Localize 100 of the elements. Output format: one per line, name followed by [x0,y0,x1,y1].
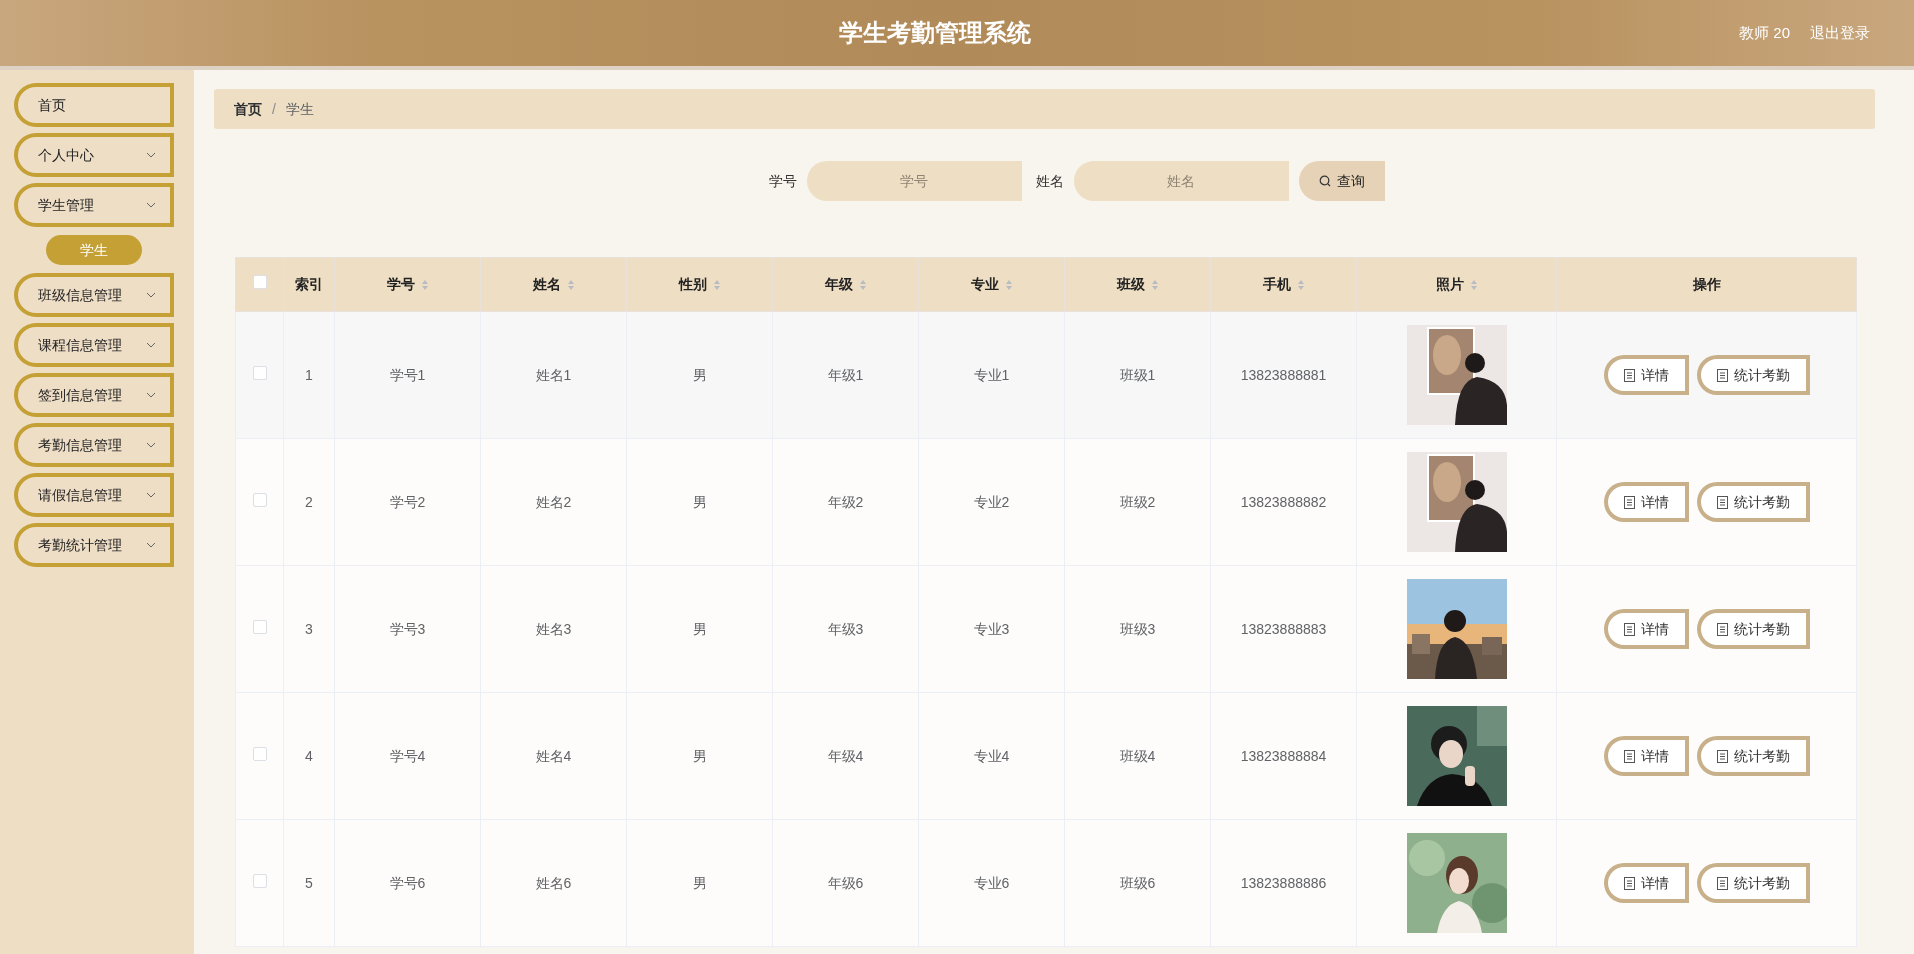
sort-icon[interactable] [1004,278,1013,291]
search-field[interactable]: 学号 [806,161,1022,201]
document-icon [1716,622,1728,636]
sidebar-item[interactable]: 首页 [14,83,174,127]
attendance-stats-button[interactable]: 统计考勤 [1696,863,1810,903]
checkbox[interactable] [252,746,267,761]
table-cell: 姓名2 [535,493,572,510]
attendance-stats-button[interactable]: 统计考勤 [1696,736,1810,776]
sidebar-item[interactable]: 班级信息管理 [14,273,174,317]
sidebar-item[interactable]: 请假信息管理 [14,473,174,517]
details-button[interactable]: 详情 [1603,482,1689,522]
sort-icon[interactable] [712,278,721,291]
sort-icon[interactable] [1150,278,1159,291]
column-header: 操作 [1692,275,1721,294]
document-icon [1716,368,1728,382]
column-header: 年级 [824,275,853,294]
sort-icon[interactable] [566,278,575,291]
table-cell: 学号1 [389,366,426,383]
table-cell: 专业3 [973,620,1010,637]
details-button[interactable]: 详情 [1603,863,1689,903]
sort-icon[interactable] [858,278,867,291]
sidebar-item[interactable]: 课程信息管理 [14,323,174,367]
document-icon [1623,749,1635,763]
table-cell: 年级3 [827,620,864,637]
table-cell: 男 [692,874,707,891]
breadcrumb-link[interactable]: 首页 [234,98,262,120]
checkbox[interactable] [252,365,267,380]
column-header-cell[interactable]: 班级 [1064,257,1211,312]
column-header-cell[interactable]: 专业 [918,257,1065,312]
document-icon [1623,368,1635,382]
attendance-stats-button[interactable]: 统计考勤 [1696,355,1810,395]
column-header: 手机 [1262,275,1291,294]
breadcrumb-separator: / [272,99,276,119]
table-cell: 班级4 [1119,747,1156,764]
sort-icon[interactable] [420,278,429,291]
column-header-cell[interactable]: 手机 [1210,257,1357,312]
table-cell: 年级4 [827,747,864,764]
details-button[interactable]: 详情 [1603,355,1689,395]
column-header-cell[interactable]: 性别 [626,257,773,312]
table-cell: 13823888882 [1240,493,1327,510]
table-cell: 13823888883 [1240,620,1327,637]
document-icon [1623,622,1635,636]
user-name: 教师 20 [1739,22,1790,43]
column-header: 索引 [295,275,323,294]
table-cell: 学号6 [389,874,426,891]
document-icon [1716,495,1728,509]
table-cell: 专业1 [973,366,1010,383]
document-icon [1623,495,1635,509]
table-cell: 姓名1 [535,366,572,383]
search-icon [1318,175,1331,187]
chevron-icon [146,202,156,208]
chevron-icon [146,152,156,158]
table-cell: 班级1 [1119,366,1156,383]
table-cell: 姓名4 [535,747,572,764]
document-icon [1623,876,1635,890]
chevron-icon [146,342,156,348]
chevron-icon [146,442,156,448]
sidebar-item[interactable]: 考勤统计管理 [14,523,174,567]
chevron-icon [146,292,156,298]
table-cell: 4 [305,747,313,764]
table-cell: 学号2 [389,493,426,510]
chevron-icon [146,392,156,398]
table-cell: 专业6 [973,874,1010,891]
table-cell: 2 [305,493,313,510]
attendance-stats-button[interactable]: 统计考勤 [1696,609,1810,649]
column-header-cell[interactable]: 年级 [772,257,919,312]
checkbox[interactable] [252,873,267,888]
search-field[interactable]: 姓名 [1073,161,1289,201]
table-cell: 专业4 [973,747,1010,764]
sidebar-item[interactable]: 学生管理 [14,183,174,227]
sort-icon[interactable] [1469,278,1478,291]
breadcrumb-link[interactable]: 学生 [285,98,314,120]
checkbox[interactable] [252,275,267,289]
attendance-stats-button[interactable]: 统计考勤 [1696,482,1810,522]
table-cell: 姓名6 [535,874,572,891]
search-button[interactable]: 查询 [1298,161,1385,201]
table-cell: 5 [305,874,313,891]
table-cell: 3 [305,620,313,637]
field-label: 姓名 [1035,171,1064,191]
table-cell: 男 [692,620,707,637]
checkbox[interactable] [252,619,267,634]
checkbox[interactable] [252,492,267,507]
table-cell: 男 [692,747,707,764]
column-header-cell[interactable]: 照片 [1356,257,1557,312]
table-cell: 班级6 [1119,874,1156,891]
column-header: 姓名 [532,275,561,294]
table-cell: 年级1 [827,366,864,383]
sidebar-item[interactable]: 个人中心 [14,133,174,177]
column-header-cell[interactable]: 姓名 [480,257,627,312]
details-button[interactable]: 详情 [1603,609,1689,649]
column-header: 班级 [1116,275,1145,294]
app-title: 学生考勤管理系统 [839,18,1031,48]
sidebar-item[interactable]: 考勤信息管理 [14,423,174,467]
sort-icon[interactable] [1296,278,1305,291]
chevron-icon [146,542,156,548]
column-header-cell[interactable]: 学号 [334,257,481,312]
column-header: 性别 [678,275,707,294]
table-cell: 1 [305,366,313,383]
sidebar-item[interactable]: 签到信息管理 [14,373,174,417]
details-button[interactable]: 详情 [1603,736,1689,776]
